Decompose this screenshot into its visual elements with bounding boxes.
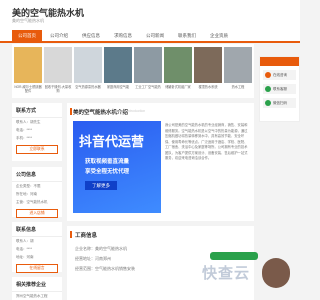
product-caption[interactable]: 楼顶热水系统: [194, 85, 222, 93]
wechat-item[interactable]: 微信扫码: [263, 98, 296, 108]
product-caption[interactable]: NOR-威尔士燃烧器配件: [14, 85, 42, 93]
tab-supply[interactable]: 供应信息: [76, 30, 106, 41]
ad-learn-more-button[interactable]: 了解更多: [85, 181, 117, 190]
business-info-heading: 工商信息: [75, 233, 98, 239]
sidebar-heading: 联系方式: [12, 103, 62, 118]
product-caption[interactable]: 回收干燥剂-大量收购: [44, 85, 72, 93]
tab-about[interactable]: 公司介绍: [44, 30, 74, 41]
phone-icon: [265, 86, 271, 92]
floating-contact-panel: 在线咨询 联系客服 微信扫码: [259, 56, 300, 122]
contact-line: 手机：****: [16, 136, 32, 140]
consult-label: 在线咨询: [273, 73, 287, 77]
product-caption[interactable]: 储罐卧式机组厂家: [164, 85, 192, 93]
contact-info-line: 联系人：胡: [16, 239, 34, 243]
contact-line: 电话：****: [16, 128, 32, 132]
product-image[interactable]: [164, 47, 192, 83]
ad-line: 获取视频垂直流量: [85, 159, 130, 165]
watermark: 快查云: [202, 265, 251, 282]
sidebar-heading: 相关推荐企业: [12, 277, 62, 292]
company-line: 所在地：河南: [16, 192, 37, 196]
heading-accent: [70, 108, 72, 115]
tab-purchase[interactable]: 求购信息: [108, 30, 138, 41]
intro-section: 美的空气能热水机介绍 Company Introduction 抖音代运营 获取…: [67, 103, 254, 221]
sidebar-heading: 联系信息: [12, 222, 62, 237]
sidebar-related: 相关推荐企业 郑州空气能热水工程: [12, 277, 62, 300]
avatar[interactable]: [262, 258, 290, 288]
product-caption[interactable]: 工业工厂空气能热: [134, 85, 162, 93]
tab-home[interactable]: 公司首页: [12, 30, 42, 41]
product-image[interactable]: [134, 47, 162, 83]
product-caption[interactable]: 热水工程: [224, 85, 252, 93]
leave-message-button[interactable]: 在线留言: [16, 264, 58, 273]
product-caption[interactable]: 家庭商用空气能: [104, 85, 132, 93]
service-item[interactable]: 联系客服: [263, 84, 296, 94]
contact-info-line: 地址：河南: [16, 255, 34, 259]
site-subtitle: 美的空气能热水机: [12, 18, 44, 23]
ad-line: 享受全程无忧代理: [85, 169, 130, 175]
tab-news[interactable]: 公司新闻: [140, 30, 170, 41]
related-link[interactable]: 郑州空气能热水工程: [12, 292, 62, 300]
sidebar-heading: 公司信息: [12, 167, 62, 182]
wechat-label: 微信扫码: [273, 101, 287, 105]
floating-panel-header: [260, 57, 299, 66]
intro-text: 我公司是美的空气能热水机的专业经销商，销售、安装和维修服务。空气能热水机是以空气…: [165, 123, 248, 160]
ad-title: 抖音代运营: [79, 134, 145, 149]
heading-accent: [70, 231, 72, 238]
chat-icon: [265, 72, 271, 78]
wechat-icon: [265, 100, 271, 106]
product-strip: NOR-威尔士燃烧器配件 回收干燥剂-大量收购 空气热源泵热水器 家庭商用空气能…: [12, 44, 254, 98]
tab-qualification[interactable]: 企业资质: [204, 30, 234, 41]
product-image[interactable]: [224, 47, 252, 83]
main-nav: 公司首页 公司介绍 供应信息 求购信息 公司新闻 联系我们 企业资质: [0, 30, 300, 43]
intro-heading-en: Company Introduction: [111, 109, 146, 113]
sidebar-company: 公司信息 企业类型：不限 所在地：河南 主营：空气能热水机 进入店铺: [12, 167, 62, 218]
product-caption[interactable]: 空气热源泵热水器: [74, 85, 102, 93]
product-image[interactable]: [44, 47, 72, 83]
consult-item[interactable]: 在线咨询: [263, 70, 296, 80]
chat-popup[interactable]: [210, 252, 258, 260]
product-image[interactable]: [74, 47, 102, 83]
company-line: 主营：空气能热水机: [16, 200, 48, 204]
page-header: 美的空气能热水机 美的空气能热水机: [0, 0, 300, 30]
service-label: 联系客服: [273, 87, 287, 91]
sidebar-contact-info: 联系信息 联系人：胡 电话：**** 地址：河南 在线留言: [12, 222, 62, 273]
company-line: 企业类型：不限: [16, 184, 41, 188]
product-image[interactable]: [14, 47, 42, 83]
sidebar-contact: 联系方式 联系人：胡先生 电话：**** 手机：**** 立即联系: [12, 103, 62, 161]
product-image[interactable]: [104, 47, 132, 83]
contact-now-button[interactable]: 立即联系: [16, 145, 58, 154]
enter-shop-button[interactable]: 进入店铺: [16, 209, 58, 218]
tab-contact[interactable]: 联系我们: [172, 30, 202, 41]
contact-info-line: 电话：****: [16, 247, 32, 251]
product-image[interactable]: [194, 47, 222, 83]
contact-line: 联系人：胡先生: [16, 120, 41, 124]
ad-banner[interactable]: 抖音代运营 获取视频垂直流量 享受全程无忧代理 了解更多: [73, 121, 161, 213]
